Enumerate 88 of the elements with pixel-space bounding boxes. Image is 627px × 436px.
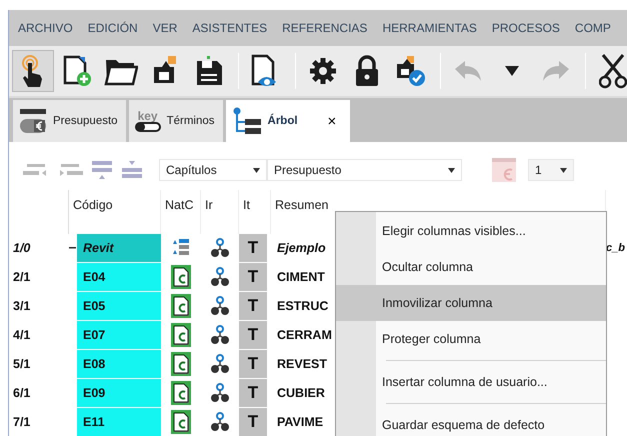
menu-item[interactable]: VER <box>152 21 178 35</box>
menu-item[interactable]: COMP <box>574 21 611 35</box>
table-cell: c_b <box>606 242 625 254</box>
menu-option[interactable]: Guardar esquema de defecto <box>336 407 606 436</box>
tab-label: Presupuesto <box>53 115 118 127</box>
move-right-icon <box>57 163 83 177</box>
summary-cell: CUBIER <box>277 386 325 400</box>
row-number: 7/1 <box>13 415 30 429</box>
type-cell: T <box>239 234 267 263</box>
hierarchy-icon <box>210 412 230 432</box>
new-document-icon <box>61 55 93 87</box>
chapter-document-icon <box>171 381 191 405</box>
menu-item[interactable]: ASISTENTES <box>192 21 268 35</box>
menu-item[interactable]: PROCESOS <box>492 21 560 35</box>
row-number: 6/1 <box>13 386 30 400</box>
column-header[interactable]: Código <box>73 198 113 212</box>
type-cell: T <box>239 350 267 379</box>
column-header[interactable]: Ir <box>205 198 213 212</box>
chapter-document-icon <box>171 294 191 318</box>
row-number: 5/1 <box>13 357 30 371</box>
hierarchy-icon <box>210 296 230 316</box>
column-header[interactable]: NatC <box>165 198 194 212</box>
chapter-document-icon <box>171 265 191 289</box>
type-cell: T <box>239 379 267 408</box>
hierarchy-icon <box>210 267 230 287</box>
type-cell: T <box>239 321 267 350</box>
dropdown-arrow-icon <box>560 168 567 172</box>
summary-cell: CIMENT <box>277 270 325 284</box>
menu-option[interactable]: Proteger columna <box>336 321 606 357</box>
floppy-disk-icon <box>194 55 224 87</box>
chapter-document-icon <box>171 352 191 376</box>
scissors-icon <box>599 53 627 89</box>
code-cell: E04 <box>77 263 161 292</box>
code-cell: E07 <box>77 321 161 350</box>
hierarchy-icon <box>210 354 230 374</box>
row-number: 3/1 <box>13 299 30 313</box>
move-up-icon <box>91 159 113 181</box>
row-number: 1/0 <box>13 241 30 255</box>
column-header[interactable]: Resumen <box>275 198 328 212</box>
number-dropdown[interactable]: 1 <box>528 159 574 181</box>
code-cell: E09 <box>77 379 161 408</box>
tab[interactable]: Árbol × <box>226 100 350 142</box>
code-cell: E11 <box>77 408 161 436</box>
summary-cell: REVEST <box>277 357 328 371</box>
dropdown-arrow-icon <box>253 168 260 172</box>
dropdown-arrow-icon <box>448 168 455 172</box>
menu-item[interactable]: EDICIÓN <box>88 21 138 35</box>
code-cell: E08 <box>77 350 161 379</box>
column-header[interactable]: It <box>243 198 250 212</box>
tab-label: Árbol <box>268 115 298 127</box>
tab[interactable]: Presupuesto <box>13 100 126 142</box>
hierarchy-icon <box>210 238 230 258</box>
hierarchy-icon <box>210 383 230 403</box>
view-dropdown[interactable]: Presupuesto <box>267 159 462 181</box>
summary-cell: CERRAM <box>277 328 332 342</box>
list-icon <box>172 238 190 258</box>
menu-item[interactable]: REFERENCIAS <box>282 21 368 35</box>
move-left-icon <box>23 163 49 177</box>
summary-cell: ESTRUC <box>277 299 328 313</box>
menu-option[interactable]: Elegir columnas visibles... <box>336 213 606 249</box>
euro-card-icon <box>19 107 47 135</box>
move-down-icon <box>121 159 143 181</box>
tab-label: Términos <box>166 115 215 127</box>
menu-item[interactable]: ARCHIVO <box>18 21 73 35</box>
euro-icon <box>492 158 516 182</box>
tree-structure-icon <box>232 107 262 135</box>
undo-arrow-icon <box>453 59 483 83</box>
gear-icon <box>308 56 338 86</box>
lock-icon <box>354 55 380 87</box>
row-number: 2/1 <box>13 270 30 284</box>
menu-option[interactable]: Inmovilizar columna <box>336 285 606 321</box>
summary-cell: Ejemplo <box>277 241 326 255</box>
redo-arrow-icon <box>541 59 571 83</box>
dropdown-arrow-icon <box>504 65 520 77</box>
chapter-document-icon <box>171 323 191 347</box>
type-cell: T <box>239 408 267 436</box>
code-cell: E05 <box>77 292 161 321</box>
type-cell: T <box>239 263 267 292</box>
row-number: 4/1 <box>13 328 30 342</box>
menu-item[interactable]: HERRAMIENTAS <box>382 21 477 35</box>
level-dropdown[interactable]: Capítulos <box>159 159 267 181</box>
menu-option[interactable]: Ocultar columna <box>336 249 606 285</box>
menu-option[interactable]: Insertar columna de usuario... <box>336 364 606 400</box>
type-cell: T <box>239 292 267 321</box>
tab[interactable]: key Términos <box>128 100 223 142</box>
hierarchy-icon <box>210 325 230 345</box>
summary-cell: PAVIME <box>277 415 324 429</box>
close-button[interactable]: × <box>328 112 336 130</box>
